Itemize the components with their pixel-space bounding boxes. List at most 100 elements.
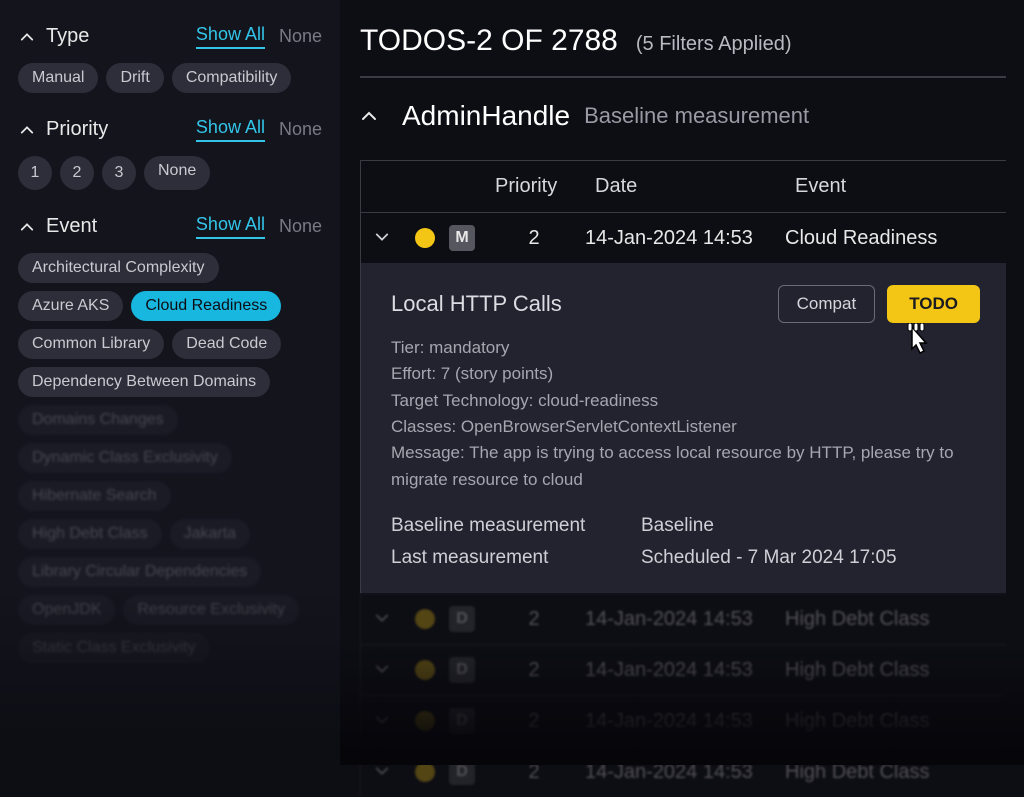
chip-event[interactable]: Architectural Complexity xyxy=(18,253,219,283)
filter-section-event: Event Show All None Architectural Comple… xyxy=(18,214,322,663)
entity-subtitle: Baseline measurement xyxy=(584,103,809,129)
page-title: TODOS-2 OF 2788 xyxy=(360,24,618,58)
cell-date: 14-Jan-2024 14:53 xyxy=(585,761,785,784)
none-link[interactable]: None xyxy=(279,119,322,140)
status-dot xyxy=(415,228,435,248)
cell-event: High Debt Class xyxy=(785,608,1006,631)
chevron-up-icon[interactable] xyxy=(18,121,36,139)
grid-header: Priority Date Event xyxy=(360,160,1006,212)
cell-date: 14-Jan-2024 14:53 xyxy=(585,608,785,631)
chevron-down-icon[interactable] xyxy=(375,660,415,681)
row-type-tag: M xyxy=(449,225,475,251)
none-link[interactable]: None xyxy=(279,26,322,47)
show-all-link[interactable]: Show All xyxy=(196,117,265,142)
col-priority: Priority xyxy=(495,175,595,198)
chip-event[interactable]: Domains Changes xyxy=(18,405,178,435)
chip-event[interactable]: Hibernate Search xyxy=(18,481,171,511)
chip-priority-2[interactable]: 2 xyxy=(60,156,94,190)
filter-title: Priority xyxy=(46,118,108,141)
detail-tier: Tier: mandatory xyxy=(391,335,980,361)
chip-compatibility[interactable]: Compatibility xyxy=(172,63,292,93)
cell-priority: 2 xyxy=(483,659,585,682)
chip-event[interactable]: Dead Code xyxy=(172,329,281,359)
chip-event[interactable]: Jakarta xyxy=(170,519,250,549)
filter-title: Type xyxy=(46,25,89,48)
cell-date: 14-Jan-2024 14:53 xyxy=(585,710,785,733)
cell-priority: 2 xyxy=(483,608,585,631)
chip-event[interactable]: Static Class Exclusivity xyxy=(18,633,210,663)
none-link[interactable]: None xyxy=(279,216,322,237)
filters-applied: (5 Filters Applied) xyxy=(636,33,792,56)
compat-button[interactable]: Compat xyxy=(778,285,876,323)
cell-event: High Debt Class xyxy=(785,710,1006,733)
event-chips: Architectural Complexity Azure AKS Cloud… xyxy=(18,253,322,663)
chip-event[interactable]: Dependency Between Domains xyxy=(18,367,270,397)
table-row[interactable]: D 2 14-Jan-2024 14:53 High Debt Class xyxy=(360,746,1006,797)
show-all-link[interactable]: Show All xyxy=(196,214,265,239)
row-type-tag: D xyxy=(449,657,475,683)
detail-title: Local HTTP Calls xyxy=(391,291,562,317)
chevron-down-icon[interactable] xyxy=(375,228,415,249)
status-dot xyxy=(415,660,435,680)
filter-header: Priority Show All None xyxy=(18,117,322,142)
detail-effort: Effort: 7 (story points) xyxy=(391,361,980,387)
type-chips: Manual Drift Compatibility xyxy=(18,63,322,93)
table-row[interactable]: D 2 14-Jan-2024 14:53 High Debt Class xyxy=(360,593,1006,644)
cell-date: 14-Jan-2024 14:53 xyxy=(585,659,785,682)
detail-classes: Classes: OpenBrowserServletContextListen… xyxy=(391,414,980,440)
table-row[interactable]: D 2 14-Jan-2024 14:53 High Debt Class xyxy=(360,695,1006,746)
chevron-up-icon[interactable] xyxy=(18,218,36,236)
main-panel: TODOS-2 OF 2788 (5 Filters Applied) Admi… xyxy=(360,24,1006,765)
row-type-tag: D xyxy=(449,759,475,785)
filter-section-type: Type Show All None Manual Drift Compatib… xyxy=(18,24,322,93)
baseline-value: Baseline xyxy=(641,515,980,537)
detail-body: Tier: mandatory Effort: 7 (story points)… xyxy=(391,335,980,493)
filter-section-priority: Priority Show All None 1 2 3 None xyxy=(18,117,322,190)
cell-event: Cloud Readiness xyxy=(785,227,1006,250)
chip-priority-1[interactable]: 1 xyxy=(18,156,52,190)
chip-drift[interactable]: Drift xyxy=(106,63,163,93)
cell-priority: 2 xyxy=(483,710,585,733)
todo-button[interactable]: TODO xyxy=(887,285,980,323)
filter-sidebar: Type Show All None Manual Drift Compatib… xyxy=(0,0,340,765)
chevron-down-icon[interactable] xyxy=(375,711,415,732)
last-label: Last measurement xyxy=(391,547,641,569)
priority-chips: 1 2 3 None xyxy=(18,156,322,190)
filter-header: Event Show All None xyxy=(18,214,322,239)
chip-priority-3[interactable]: 3 xyxy=(102,156,136,190)
chip-manual[interactable]: Manual xyxy=(18,63,98,93)
chip-event[interactable]: High Debt Class xyxy=(18,519,162,549)
chip-event[interactable]: Library Circular Dependencies xyxy=(18,557,261,587)
detail-footer: Baseline measurement Baseline Last measu… xyxy=(391,515,980,569)
filter-title: Event xyxy=(46,215,97,238)
title-divider xyxy=(360,76,1006,78)
detail-header: Local HTTP Calls Compat TODO xyxy=(391,285,980,323)
show-all-link[interactable]: Show All xyxy=(196,24,265,49)
cell-event: High Debt Class xyxy=(785,659,1006,682)
col-date: Date xyxy=(595,175,795,198)
table-row[interactable]: D 2 14-Jan-2024 14:53 High Debt Class xyxy=(360,644,1006,695)
entity-header[interactable]: AdminHandle Baseline measurement xyxy=(360,100,1006,132)
row-type-tag: D xyxy=(449,708,475,734)
status-dot xyxy=(415,762,435,782)
chip-event[interactable]: Dynamic Class Exclusivity xyxy=(18,443,232,473)
chip-event[interactable]: Resource Exclusivity xyxy=(123,595,299,625)
row-detail-panel: Local HTTP Calls Compat TODO Tier: manda… xyxy=(360,263,1006,593)
table-row[interactable]: M 2 14-Jan-2024 14:53 Cloud Readiness xyxy=(360,212,1006,263)
chip-event[interactable]: Common Library xyxy=(18,329,164,359)
chip-event-selected[interactable]: Cloud Readiness xyxy=(131,291,281,321)
detail-message: Message: The app is trying to access loc… xyxy=(391,440,980,493)
chevron-up-icon[interactable] xyxy=(18,28,36,46)
chip-event[interactable]: OpenJDK xyxy=(18,595,115,625)
chevron-up-icon[interactable] xyxy=(360,107,378,125)
cell-priority: 2 xyxy=(483,227,585,250)
col-event: Event xyxy=(795,175,1006,198)
chip-event[interactable]: Azure AKS xyxy=(18,291,123,321)
cell-date: 14-Jan-2024 14:53 xyxy=(585,227,785,250)
chip-priority-none[interactable]: None xyxy=(144,156,210,190)
page-title-row: TODOS-2 OF 2788 (5 Filters Applied) xyxy=(360,24,1006,58)
status-dot xyxy=(415,609,435,629)
chevron-down-icon[interactable] xyxy=(375,609,415,630)
baseline-label: Baseline measurement xyxy=(391,515,641,537)
row-type-tag: D xyxy=(449,606,475,632)
